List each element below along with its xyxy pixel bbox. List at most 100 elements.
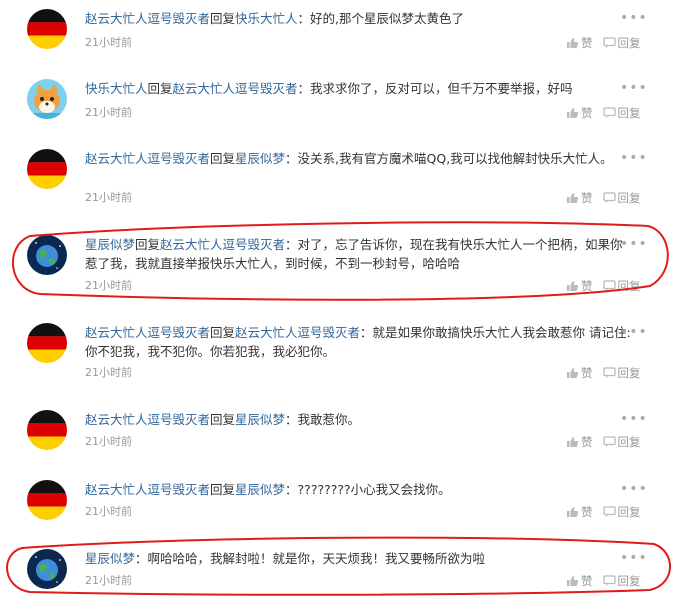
reply-target-user[interactable]: 星辰似梦 xyxy=(235,482,285,497)
comment-icon xyxy=(602,107,616,119)
avatar[interactable] xyxy=(27,9,67,49)
reply-word: 回复 xyxy=(147,81,173,96)
more-options-icon[interactable]: ••• xyxy=(620,237,648,251)
reply-content: 赵云大忙人逗号毁灭者回复赵云大忙人逗号毁灭者：就是如果你敢搞快乐大忙人我会敢惹你… xyxy=(85,323,635,361)
reply-content: 赵云大忙人逗号毁灭者回复星辰似梦：????????小心我又会找你。 xyxy=(85,480,635,499)
reply-button[interactable]: 回复 xyxy=(602,435,641,449)
reply-target-user[interactable]: 赵云大忙人逗号毁灭者 xyxy=(160,237,285,252)
avatar[interactable] xyxy=(27,149,67,189)
thumbs-up-icon xyxy=(567,281,579,291)
reply-text: ：好的,那个星辰似梦太黄色了 xyxy=(297,11,465,26)
reply-target-user[interactable]: 赵云大忙人逗号毁灭者 xyxy=(173,81,298,96)
comment-icon xyxy=(602,367,616,379)
reply-button[interactable]: 回复 xyxy=(602,574,641,588)
reply-label: 回复 xyxy=(617,366,641,380)
reply-author[interactable]: 赵云大忙人逗号毁灭者 xyxy=(85,151,210,166)
reply-author[interactable]: 星辰似梦 xyxy=(85,237,135,252)
like-label: 赞 xyxy=(581,435,593,449)
like-button[interactable]: 赞 xyxy=(566,36,593,50)
reply-word: 回复 xyxy=(210,325,236,340)
avatar[interactable] xyxy=(27,235,67,275)
reply-target-user[interactable]: 快乐大忙人 xyxy=(235,11,298,26)
like-button[interactable]: 赞 xyxy=(566,505,593,519)
avatar[interactable] xyxy=(27,410,67,450)
thumbs-up-icon xyxy=(567,507,579,517)
reply-button[interactable]: 回复 xyxy=(602,505,641,519)
more-options-icon[interactable]: ••• xyxy=(620,151,648,165)
comment-icon xyxy=(602,506,616,518)
comment-icon xyxy=(602,280,616,292)
like-label: 赞 xyxy=(581,106,593,120)
reply-time: 21小时前 xyxy=(85,366,132,379)
reply-content: 赵云大忙人逗号毁灭者回复星辰似梦：我敢惹你。 xyxy=(85,410,635,429)
reply-button[interactable]: 回复 xyxy=(602,279,641,293)
avatar[interactable] xyxy=(27,480,67,520)
reply-button[interactable]: 回复 xyxy=(602,36,641,50)
reply-time: 21小时前 xyxy=(85,279,132,292)
reply-button[interactable]: 回复 xyxy=(602,366,641,380)
reply-author[interactable]: 快乐大忙人 xyxy=(85,81,148,96)
reply-time: 21小时前 xyxy=(85,435,132,448)
reply-content: 星辰似梦：啊哈哈哈，我解封啦！就是你，天天烦我！我又要畅所欲为啦 xyxy=(85,549,635,568)
thumbs-up-icon xyxy=(567,368,579,378)
reply-author[interactable]: 赵云大忙人逗号毁灭者 xyxy=(85,482,210,497)
like-button[interactable]: 赞 xyxy=(566,574,593,588)
like-button[interactable]: 赞 xyxy=(566,279,593,293)
reply-label: 回复 xyxy=(617,191,641,205)
comment-icon xyxy=(602,436,616,448)
reply-text: ：????????小心我又会找你。 xyxy=(285,482,451,497)
reply-target-user[interactable]: 赵云大忙人逗号毁灭者 xyxy=(235,325,360,340)
like-label: 赞 xyxy=(581,36,593,50)
reply-author[interactable]: 赵云大忙人逗号毁灭者 xyxy=(85,11,210,26)
reply-text: ：我求求你了，反对可以，但千万不要举报，好吗 xyxy=(297,81,573,96)
reply-time: 21小时前 xyxy=(85,574,132,587)
comment-icon xyxy=(602,192,616,204)
more-options-icon[interactable]: ••• xyxy=(620,412,648,426)
reply-label: 回复 xyxy=(617,435,641,449)
like-button[interactable]: 赞 xyxy=(566,366,593,380)
reply-text: ：没关系,我有官方魔术喵QQ,我可以找他解封快乐大忙人。 xyxy=(285,151,613,166)
reply-content: 赵云大忙人逗号毁灭者回复快乐大忙人：好的,那个星辰似梦太黄色了 xyxy=(85,9,635,28)
more-options-icon[interactable]: ••• xyxy=(620,81,648,95)
reply-author[interactable]: 赵云大忙人逗号毁灭者 xyxy=(85,412,210,427)
like-label: 赞 xyxy=(581,505,593,519)
reply-button[interactable]: 回复 xyxy=(602,191,641,205)
reply-label: 回复 xyxy=(617,505,641,519)
like-label: 赞 xyxy=(581,191,593,205)
avatar[interactable] xyxy=(27,79,67,119)
like-button[interactable]: 赞 xyxy=(566,435,593,449)
thumbs-up-icon xyxy=(567,108,579,118)
reply-content: 星辰似梦回复赵云大忙人逗号毁灭者：对了，忘了告诉你，现在我有快乐大忙人一个把柄，… xyxy=(85,235,635,273)
reply-word: 回复 xyxy=(210,151,236,166)
thumbs-up-icon xyxy=(567,437,579,447)
reply-word: 回复 xyxy=(210,11,236,26)
like-button[interactable]: 赞 xyxy=(566,106,593,120)
comment-icon xyxy=(602,575,616,587)
reply-target-user[interactable]: 星辰似梦 xyxy=(235,151,285,166)
reply-label: 回复 xyxy=(617,574,641,588)
like-button[interactable]: 赞 xyxy=(566,191,593,205)
avatar[interactable] xyxy=(27,323,67,363)
avatar[interactable] xyxy=(27,549,67,589)
reply-author[interactable]: 赵云大忙人逗号毁灭者 xyxy=(85,325,210,340)
reply-text: ：我敢惹你。 xyxy=(285,412,361,427)
reply-word: 回复 xyxy=(210,412,236,427)
more-options-icon[interactable]: ••• xyxy=(620,11,648,25)
reply-content: 赵云大忙人逗号毁灭者回复星辰似梦：没关系,我有官方魔术喵QQ,我可以找他解封快乐… xyxy=(85,149,635,168)
thumbs-up-icon xyxy=(567,193,579,203)
like-label: 赞 xyxy=(581,574,593,588)
reply-word: 回复 xyxy=(210,482,236,497)
reply-content: 快乐大忙人回复赵云大忙人逗号毁灭者：我求求你了，反对可以，但千万不要举报，好吗 xyxy=(85,79,635,98)
thumbs-up-icon xyxy=(567,38,579,48)
reply-time: 21小时前 xyxy=(85,191,132,204)
more-options-icon[interactable]: ••• xyxy=(620,551,648,565)
comment-icon xyxy=(602,37,616,49)
reply-author[interactable]: 星辰似梦 xyxy=(85,551,135,566)
reply-button[interactable]: 回复 xyxy=(602,106,641,120)
reply-time: 21小时前 xyxy=(85,106,132,119)
reply-word: 回复 xyxy=(135,237,161,252)
reply-time: 21小时前 xyxy=(85,36,132,49)
more-options-icon[interactable]: ••• xyxy=(620,325,648,339)
reply-target-user[interactable]: 星辰似梦 xyxy=(235,412,285,427)
more-options-icon[interactable]: ••• xyxy=(620,482,648,496)
